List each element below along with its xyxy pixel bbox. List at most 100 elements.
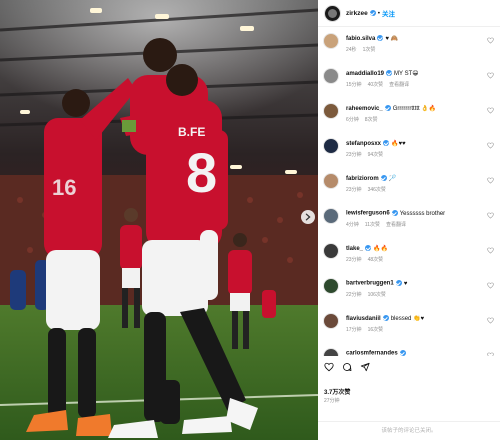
comment-meta: 23分钟 346次赞 bbox=[346, 186, 398, 193]
commenter-username[interactable]: lewisferguson6 bbox=[346, 211, 390, 217]
comment-meta: 4分钟 11次赞 查看翻译 bbox=[346, 221, 412, 228]
commenter-avatar[interactable] bbox=[323, 173, 339, 189]
commenter-username[interactable]: bartverbruggen1 bbox=[346, 281, 394, 287]
post-side-panel: zirkzee • 关注 fabio.silva ♥ 🙈 24秒 1次赞 amaddia… bbox=[318, 0, 500, 440]
comment-like-count[interactable]: 94次赞 bbox=[368, 152, 384, 158]
verified-badge-icon bbox=[384, 105, 391, 112]
match-celebration-image: 16 B.FE 8 bbox=[0, 0, 318, 440]
comment-heart-icon[interactable] bbox=[487, 177, 494, 184]
comment-item: flaviusdaniil blessed 👏♥ 17分钟 16次赞 bbox=[318, 310, 500, 336]
comment-like-count[interactable]: 40次赞 bbox=[368, 82, 384, 88]
commenter-username[interactable]: amaddiallo19 bbox=[346, 71, 384, 77]
commenter-username[interactable]: stefanposxx bbox=[346, 141, 381, 147]
verified-badge-icon bbox=[386, 70, 393, 77]
comment-item: fabriziorom 🏸 23分钟 346次赞 bbox=[318, 170, 500, 196]
next-image-button[interactable] bbox=[301, 210, 315, 224]
commenter-username[interactable]: carlosmfernandes bbox=[346, 351, 398, 356]
comment-time: 23分钟 bbox=[346, 187, 362, 193]
comment-line: raheemovic_ Grrrrrrrttttt 👌🔥 bbox=[346, 105, 436, 112]
comment-item: amaddiallo19 MY ST😁 15分钟 40次赞 查看翻译 bbox=[318, 65, 500, 91]
heart-icon[interactable] bbox=[324, 362, 334, 372]
comment-like-count[interactable]: 11次赞 bbox=[365, 222, 380, 228]
comment-list[interactable]: fabio.silva ♥ 🙈 24秒 1次赞 amaddiallo19 MY ST😁 15… bbox=[318, 30, 500, 356]
comment-item: tlake_ 🔥🔥 23分钟 48次赞 bbox=[318, 240, 500, 266]
verified-badge-icon bbox=[382, 315, 389, 322]
svg-text:16: 16 bbox=[52, 175, 76, 200]
comment-like-count[interactable]: 8次赞 bbox=[365, 117, 378, 123]
svg-text:8: 8 bbox=[186, 141, 217, 204]
comment-heart-icon[interactable] bbox=[487, 212, 494, 219]
comments-closed-note: 该帖子的评论已关闭。 bbox=[318, 421, 500, 440]
translate-link[interactable]: 查看翻译 bbox=[386, 222, 406, 228]
comment-line: lewisferguson6 Yessssss brother bbox=[346, 210, 445, 217]
comment-heart-icon[interactable] bbox=[487, 107, 494, 114]
commenter-avatar[interactable] bbox=[323, 103, 339, 119]
commenter-avatar[interactable] bbox=[323, 138, 339, 154]
commenter-avatar[interactable] bbox=[323, 33, 339, 49]
commenter-avatar[interactable] bbox=[323, 243, 339, 259]
comment-meta: 15分钟 40次赞 查看翻译 bbox=[346, 81, 415, 88]
commenter-username[interactable]: tlake_ bbox=[346, 246, 363, 252]
commenter-avatar[interactable] bbox=[323, 313, 339, 329]
comment-heart-icon[interactable] bbox=[487, 72, 494, 79]
commenter-username[interactable]: fabriziorom bbox=[346, 176, 379, 182]
commenter-avatar[interactable] bbox=[323, 208, 339, 224]
author-avatar[interactable] bbox=[324, 4, 341, 22]
comment-text: Yessssss brother bbox=[399, 210, 446, 217]
comment-time: 15分钟 bbox=[346, 82, 362, 88]
comment-icon[interactable] bbox=[342, 362, 352, 372]
comment-item: carlosmfernandes bbox=[318, 345, 500, 356]
comment-heart-icon[interactable] bbox=[487, 282, 494, 289]
translate-link[interactable]: 查看翻译 bbox=[389, 82, 409, 88]
author-username[interactable]: zirkzee bbox=[346, 10, 368, 17]
commenter-avatar[interactable] bbox=[323, 278, 339, 294]
share-icon[interactable] bbox=[360, 362, 370, 372]
comment-line: tlake_ 🔥🔥 bbox=[346, 245, 388, 252]
comment-line: bartverbruggen1 ♥ bbox=[346, 280, 407, 287]
commenter-username[interactable]: raheemovic_ bbox=[346, 106, 383, 112]
comment-heart-icon[interactable] bbox=[487, 247, 494, 254]
verified-badge-icon bbox=[377, 35, 384, 42]
comment-line: fabio.silva ♥ 🙈 bbox=[346, 35, 398, 42]
post-time: 27分钟 bbox=[324, 398, 340, 404]
verified-badge-icon bbox=[395, 280, 402, 286]
commenter-username[interactable]: flaviusdaniil bbox=[346, 316, 381, 322]
comment-meta: 22分钟 106次赞 bbox=[346, 291, 398, 298]
comment-heart-icon[interactable] bbox=[487, 352, 494, 356]
comment-like-count[interactable]: 1次赞 bbox=[363, 47, 376, 53]
comment-heart-icon[interactable] bbox=[487, 142, 494, 149]
verified-badge-icon bbox=[399, 350, 406, 356]
comment-like-count[interactable]: 48次赞 bbox=[368, 257, 384, 263]
follow-button[interactable]: 关注 bbox=[382, 8, 395, 18]
comment-line: carlosmfernandes bbox=[346, 350, 408, 356]
comment-like-count[interactable]: 16次赞 bbox=[368, 327, 384, 333]
comment-heart-icon[interactable] bbox=[487, 317, 494, 324]
comment-meta: 6分钟 8次赞 bbox=[346, 116, 390, 123]
comment-item: stefanposxx 🔥♥♥ 23分钟 94次赞 bbox=[318, 135, 500, 161]
commenter-avatar[interactable] bbox=[323, 348, 339, 356]
like-count[interactable]: 3.7万次赞 bbox=[324, 387, 350, 396]
commenter-username[interactable]: fabio.silva bbox=[346, 36, 375, 42]
comment-text: 🔥♥♥ bbox=[391, 141, 406, 147]
comment-like-count[interactable]: 346次赞 bbox=[368, 187, 386, 193]
comment-item: bartverbruggen1 ♥ 22分钟 106次赞 bbox=[318, 275, 500, 301]
comment-line: stefanposxx 🔥♥♥ bbox=[346, 140, 406, 147]
comment-meta: 17分钟 16次赞 bbox=[346, 326, 395, 333]
comment-like-count[interactable]: 106次赞 bbox=[368, 292, 386, 298]
verified-badge-icon bbox=[369, 10, 376, 16]
comment-time: 23分钟 bbox=[346, 152, 362, 158]
action-bar bbox=[324, 362, 370, 372]
comment-meta: 23分钟 94次赞 bbox=[346, 151, 395, 158]
comment-time: 4分钟 bbox=[346, 222, 359, 228]
comment-text: ♥ bbox=[403, 280, 408, 287]
chevron-right-icon bbox=[305, 213, 311, 221]
comment-text: blessed 👏♥ bbox=[390, 316, 425, 322]
separator-dot: • bbox=[377, 9, 380, 17]
commenter-avatar[interactable] bbox=[323, 68, 339, 84]
comment-text: Grrrrrrrttttt 👌🔥 bbox=[392, 106, 437, 112]
post-photo[interactable]: 16 B.FE 8 bbox=[0, 0, 318, 440]
comment-item: fabio.silva ♥ 🙈 24秒 1次赞 bbox=[318, 30, 500, 56]
comment-time: 22分钟 bbox=[346, 292, 362, 298]
comment-heart-icon[interactable] bbox=[487, 37, 494, 44]
svg-text:B.FE: B.FE bbox=[178, 125, 205, 139]
